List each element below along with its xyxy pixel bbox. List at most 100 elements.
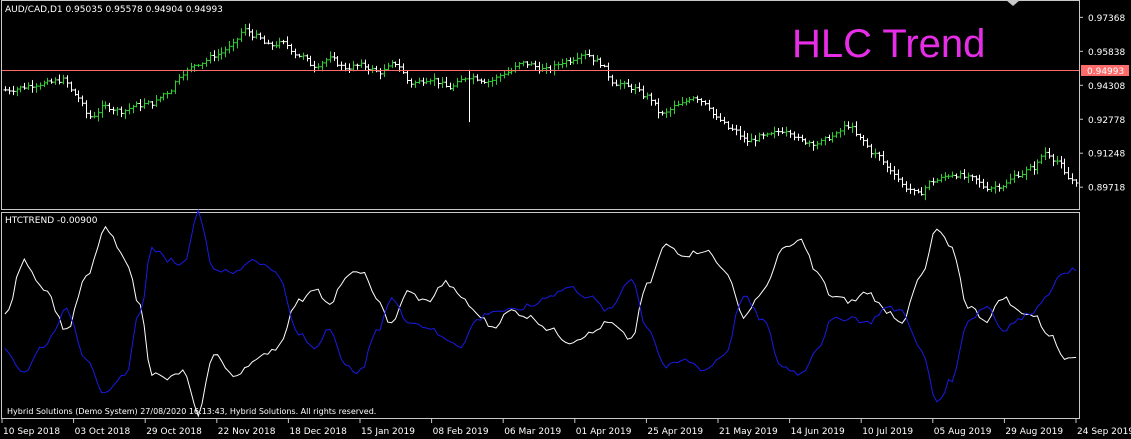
- price-bar: [34, 83, 39, 93]
- price-bar: [803, 138, 808, 145]
- price-bar: [181, 70, 186, 81]
- price-bar: [378, 68, 383, 80]
- price-bar: [726, 121, 731, 130]
- price-bar: [695, 95, 700, 103]
- time-axis-label: 18 Dec 2018: [289, 427, 347, 437]
- price-bar: [482, 78, 487, 84]
- price-bar: [548, 65, 553, 74]
- price-bar: [1016, 171, 1021, 179]
- price-bar: [966, 172, 971, 183]
- indicator-info-header: HTCTREND -0.00900: [5, 216, 98, 226]
- price-bar: [784, 126, 789, 137]
- price-bar: [7, 86, 12, 95]
- price-bar: [962, 169, 967, 180]
- chart-canvas: 0.97368 0.95838 0.94308 0.92778 0.91248 0.897…: [1, 0, 1131, 437]
- htctrend-blue-line: [4, 208, 1077, 403]
- price-bar: [103, 101, 108, 110]
- price-bar: [235, 37, 240, 49]
- price-bar: [216, 49, 221, 62]
- price-bar: [660, 110, 665, 116]
- price-bar: [633, 83, 638, 95]
- price-bar: [316, 63, 321, 70]
- time-axis-label: 01 Apr 2019: [576, 427, 632, 437]
- price-bar: [347, 63, 352, 73]
- time-axis-label: 24 Sep 2019: [1077, 427, 1131, 437]
- price-bar: [656, 98, 661, 119]
- time-axis-label: 14 Jun 2019: [791, 427, 845, 437]
- price-bar: [96, 108, 101, 122]
- price-bar: [854, 121, 859, 137]
- price-bar: [92, 111, 97, 119]
- price-bar: [351, 60, 356, 72]
- price-bar: [1035, 159, 1040, 175]
- price-bar: [888, 162, 893, 175]
- price-bar: [985, 181, 990, 192]
- price-bar: [15, 86, 20, 97]
- price-bar: [575, 52, 580, 65]
- price-bar: [892, 166, 897, 180]
- price-bar: [819, 138, 824, 146]
- price-bar: [393, 61, 398, 68]
- price-bar: [1055, 156, 1060, 165]
- chart-shift-marker[interactable]: [1006, 0, 1020, 6]
- price-bar: [297, 53, 302, 58]
- price-bar: [703, 100, 708, 106]
- price-bar: [672, 100, 677, 115]
- price-bar: [11, 85, 16, 96]
- price-bar: [738, 125, 743, 140]
- price-bar: [772, 126, 777, 139]
- price-bar: [900, 177, 905, 188]
- price-bar: [366, 64, 371, 75]
- price-bar: [204, 57, 209, 67]
- price-bar: [494, 74, 499, 85]
- price-bar: [1039, 154, 1044, 165]
- price-bar: [127, 103, 132, 115]
- price-axis-label: 0.95838: [1088, 48, 1125, 58]
- price-bar: [76, 90, 81, 103]
- price-bar: [564, 58, 569, 68]
- price-bar: [119, 106, 124, 118]
- price-bar: [838, 128, 843, 138]
- price-bar: [212, 50, 217, 62]
- price-bar: [138, 99, 143, 112]
- price-bar: [637, 82, 642, 92]
- price-bar: [560, 58, 565, 69]
- price-bar: [946, 174, 951, 180]
- price-bar: [475, 74, 480, 82]
- price-bar: [1020, 170, 1025, 179]
- time-axis-label: 22 Nov 2018: [218, 427, 276, 437]
- price-bar: [227, 40, 232, 54]
- price-bar: [881, 150, 886, 165]
- price-bar: [521, 60, 526, 67]
- price-bar: [912, 188, 917, 196]
- price-bar: [896, 169, 901, 183]
- time-axis-label: 10 Jul 2019: [862, 427, 913, 437]
- price-info-header: AUD/CAD,D1 0.95035 0.95578 0.94904 0.949…: [5, 5, 223, 15]
- price-bar: [45, 77, 50, 85]
- price-bar: [711, 106, 716, 119]
- price-bar: [699, 98, 704, 106]
- price-bar: [1032, 161, 1037, 175]
- price-bar: [332, 52, 337, 61]
- price-bar: [401, 63, 406, 74]
- price-bar: [1008, 173, 1013, 185]
- price-bar: [285, 36, 290, 50]
- price-bar: [196, 64, 201, 68]
- price-bar: [305, 54, 310, 62]
- price-bar: [792, 131, 797, 141]
- price-bar: [796, 133, 801, 141]
- price-bar: [451, 83, 456, 91]
- price-bar: [100, 100, 105, 118]
- price-bar: [571, 56, 576, 65]
- price-bar: [343, 62, 348, 72]
- price-bar: [49, 78, 54, 84]
- price-bar: [1001, 184, 1006, 192]
- price-bar: [850, 122, 855, 133]
- price-bar: [653, 99, 658, 106]
- price-bar: [486, 79, 491, 88]
- price-bar: [335, 56, 340, 67]
- price-bar: [490, 76, 495, 87]
- price-bar: [111, 106, 116, 115]
- price-bar: [641, 85, 646, 100]
- price-bar: [1012, 170, 1017, 183]
